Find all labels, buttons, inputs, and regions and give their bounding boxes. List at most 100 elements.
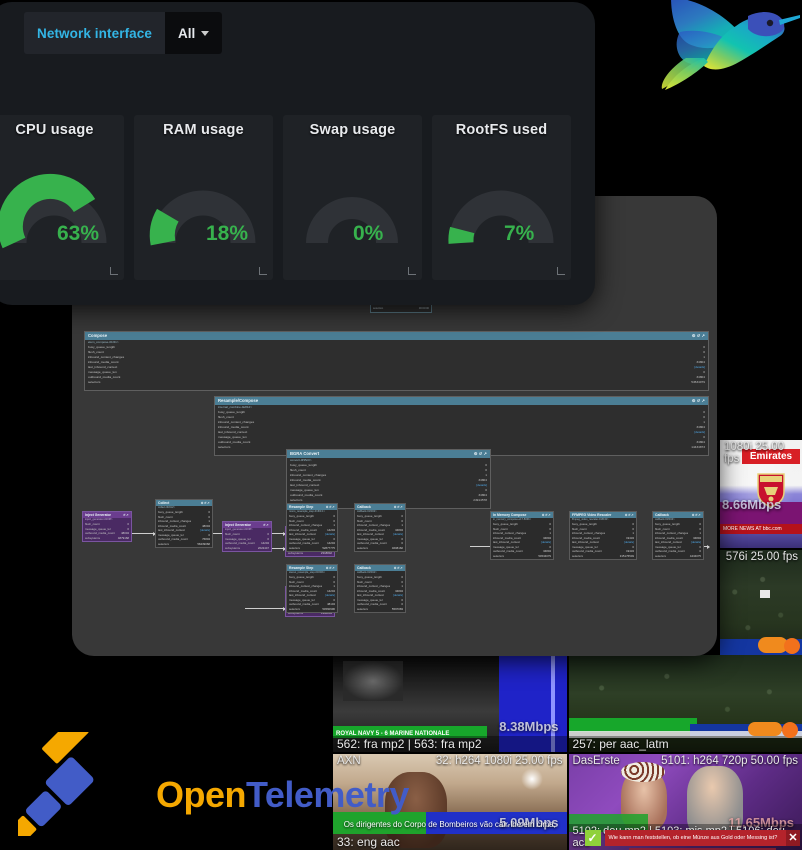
node-resample-compose[interactable]: Resample/Compose ⚙ ↺ ↗ internal_combine-… xyxy=(214,396,709,456)
node-bgra-convert[interactable]: BGRA Convert ⚙ ↺ ↗ convert-0f35c0> busy_… xyxy=(286,449,491,509)
node-metric-list: busy_queue_length 0 flush_count 0 inbound_… xyxy=(355,574,405,612)
quiz-close-icon[interactable]: ✕ xyxy=(786,829,800,846)
panel-ram-usage[interactable]: RAM usage 18% xyxy=(134,115,273,280)
metric-key: subsystems xyxy=(85,535,101,540)
metric-value: 54534079 xyxy=(538,553,551,558)
node-header-icons[interactable]: ⚙↺↗ xyxy=(199,501,210,505)
selection-label: selection xyxy=(373,307,384,310)
node-inject-generator[interactable]: Inject Generator ↺↗ inject_generator-01f… xyxy=(82,511,132,543)
video-tile[interactable]: 257: per aac_latm xyxy=(568,655,802,752)
variable-select-all[interactable]: All xyxy=(165,12,223,54)
video-frame-light xyxy=(520,767,543,790)
node-title: Resample Step xyxy=(289,566,314,570)
subtitle-text: Os dirigentes do Corpo de Bombeiros vão … xyxy=(343,820,556,829)
quiz-check-icon: ✓ xyxy=(584,829,601,846)
hummingbird-logo xyxy=(640,0,800,114)
dashboard-variable-bar: Network interface All xyxy=(24,12,223,54)
node-header-icons[interactable]: ⚙ ↺ ↗ xyxy=(692,333,705,339)
metric-key: selectors xyxy=(289,545,301,550)
node-header[interactable]: BGRA Convert ⚙ ↺ ↗ xyxy=(287,450,490,458)
video-tile-header: 1080i 25.00 fps xyxy=(720,440,802,466)
node-header[interactable]: Resample/Compose ⚙ ↺ ↗ xyxy=(215,397,708,405)
node-title: Callback xyxy=(357,505,371,509)
panel-title: CPU usage xyxy=(15,122,94,138)
video-stream-label: 33: eng aac xyxy=(333,834,567,850)
metric-value: 58439068 xyxy=(197,541,210,546)
metric-row: selectors 315176549 xyxy=(572,554,634,558)
node-resample-step[interactable]: Resample Step ⚙↺↗ stereo_resample_step-0… xyxy=(286,564,338,614)
broadcast-ticker: MORE NEWS AT bbc.com xyxy=(720,524,802,534)
panel-swap-usage[interactable]: Swap usage 0% xyxy=(283,115,422,280)
panel-resize-grip[interactable] xyxy=(557,267,565,275)
metric-key: selectors xyxy=(655,553,667,558)
node-callback[interactable]: Callback ⚙↺↗ callback-01f032> busy_queue… xyxy=(354,503,406,553)
video-tile[interactable]: ROYAL NAVY 5 - 6 MARINE NATIONALE 8.38Mb… xyxy=(333,655,567,752)
node-metric-list: busy_queue_length 0 flush_count 0 inbound_… xyxy=(355,513,405,551)
node-ffmpeg-video-rescaler[interactable]: FFMPEG Video Rescaler ⚙↺↗ ffmpeg_video_r… xyxy=(569,511,637,561)
metric-key: subsystems xyxy=(225,545,241,550)
channel-name-label: DasErste xyxy=(572,754,620,767)
node-header-icons[interactable]: ⚙↺↗ xyxy=(690,513,701,517)
node-title: Inject Generator xyxy=(85,513,112,517)
node-header[interactable]: In Memory Compose ⚙↺↗ xyxy=(491,512,553,518)
metric-key: selectors xyxy=(357,545,369,550)
metric-value: 4879168 xyxy=(117,535,129,540)
metric-key: selectors xyxy=(572,553,584,558)
node-header-icons[interactable]: ⚙↺↗ xyxy=(540,513,551,517)
video-mosaic-side-column: Emirates MORE NEWS AT bbc.com 1080i 25.0… xyxy=(720,440,802,655)
panel-resize-grip[interactable] xyxy=(259,267,267,275)
node-header-icons[interactable]: ⚙↺↗ xyxy=(392,505,403,509)
video-tile-header: 576i 25.00 fps xyxy=(720,550,802,564)
node-collect[interactable]: Collect ⚙↺↗ collect-0b912> busy_queue_le… xyxy=(155,499,213,549)
node-header-icons[interactable]: ⚙↺↗ xyxy=(392,566,403,570)
metric-row: selectors 5597083 xyxy=(357,607,403,611)
panel-title: RootFS used xyxy=(455,122,548,138)
video-tile[interactable]: Emirates MORE NEWS AT bbc.com 1080i 25.0… xyxy=(720,440,802,548)
opentelemetry-mark xyxy=(8,716,94,844)
node-metric-list: busy_queue_length 0 flush_count 0 inbound_… xyxy=(570,521,636,559)
node-header-icons[interactable]: ⚙↺↗ xyxy=(324,505,335,509)
node-header[interactable]: Inject Generator ↺↗ xyxy=(83,512,131,518)
panel-cpu-usage[interactable]: CPU usage 63% xyxy=(0,115,124,280)
node-header[interactable]: Resample Step ⚙↺↗ xyxy=(287,565,337,571)
node-title: Resample Step xyxy=(289,505,314,509)
logo-text-telemetry: Telemetry xyxy=(246,774,409,815)
metric-row: selectors 58439068 xyxy=(158,542,210,546)
panel-rootfs-used[interactable]: RootFS used 7% xyxy=(432,115,571,280)
metric-value: 5597083 xyxy=(391,606,403,611)
node-header[interactable]: FFMPEG Video Rescaler ⚙↺↗ xyxy=(570,512,636,518)
node-metric-list: busy_queue_length 0 flush_count 0 inbound_… xyxy=(287,513,337,551)
node-header[interactable]: Inject Generator ↺↗ xyxy=(223,522,271,528)
video-tile[interactable]: ✓ Wie kann man feststellen, ob eine Münz… xyxy=(568,753,802,850)
node-header-icons[interactable]: ↺↗ xyxy=(261,523,269,527)
panel-title: Swap usage xyxy=(309,122,396,138)
node-inject-generator[interactable]: Inject Generator ↺↗ inject_generator-01f… xyxy=(222,521,272,553)
node-header-icons[interactable]: ⚙ ↺ ↗ xyxy=(474,451,487,457)
node-header[interactable]: Compose ⚙ ↺ ↗ xyxy=(85,332,708,340)
video-stream-label: 257: per aac_latm xyxy=(568,735,802,752)
node-header[interactable]: Resample Step ⚙↺↗ xyxy=(287,504,337,510)
metric-key: selectors xyxy=(88,379,101,384)
node-resample-step[interactable]: Resample Step ⚙↺↗ mono_resample_step-01f… xyxy=(286,503,338,553)
video-tile[interactable]: 576i 25.00 fps xyxy=(720,550,802,655)
broadcast-logo-circle xyxy=(782,721,798,738)
node-in-memory-compose[interactable]: In Memory Compose ⚙↺↗ in_memory_compose-… xyxy=(490,511,554,561)
panel-resize-grip[interactable] xyxy=(110,267,118,275)
selection-timecode-bar: selection 00:00:00 xyxy=(370,304,432,313)
node-header-icons[interactable]: ↺↗ xyxy=(121,513,129,517)
node-title: In Memory Compose xyxy=(493,513,527,517)
grafana-dashboard-window: Network interface All CPU usage 63% RAM … xyxy=(0,2,595,305)
metric-value: 52877775 xyxy=(322,545,335,550)
metric-value: 4434075 xyxy=(689,553,701,558)
metric-value: 14434873 xyxy=(691,444,705,449)
node-callback[interactable]: Callback ⚙↺↗ callback-01f041> busy_queue… xyxy=(354,564,406,614)
node-callback[interactable]: Callback ⚙↺↗ callback-01f043> busy_queue… xyxy=(652,511,704,561)
node-header-icons[interactable]: ⚙↺↗ xyxy=(623,513,634,517)
node-header-icons[interactable]: ⚙↺↗ xyxy=(324,566,335,570)
node-header-icons[interactable]: ⚙ ↺ ↗ xyxy=(692,398,705,404)
node-metric-list: busy_queue_length 0 flush_count 0 inbound_… xyxy=(287,574,337,612)
panel-resize-grip[interactable] xyxy=(408,267,416,275)
node-compose[interactable]: Compose ⚙ ↺ ↗ elem_compose-01f41> busy_q… xyxy=(84,331,709,391)
variable-value: All xyxy=(178,25,196,41)
metric-row: selectors 54534079 xyxy=(493,554,551,558)
